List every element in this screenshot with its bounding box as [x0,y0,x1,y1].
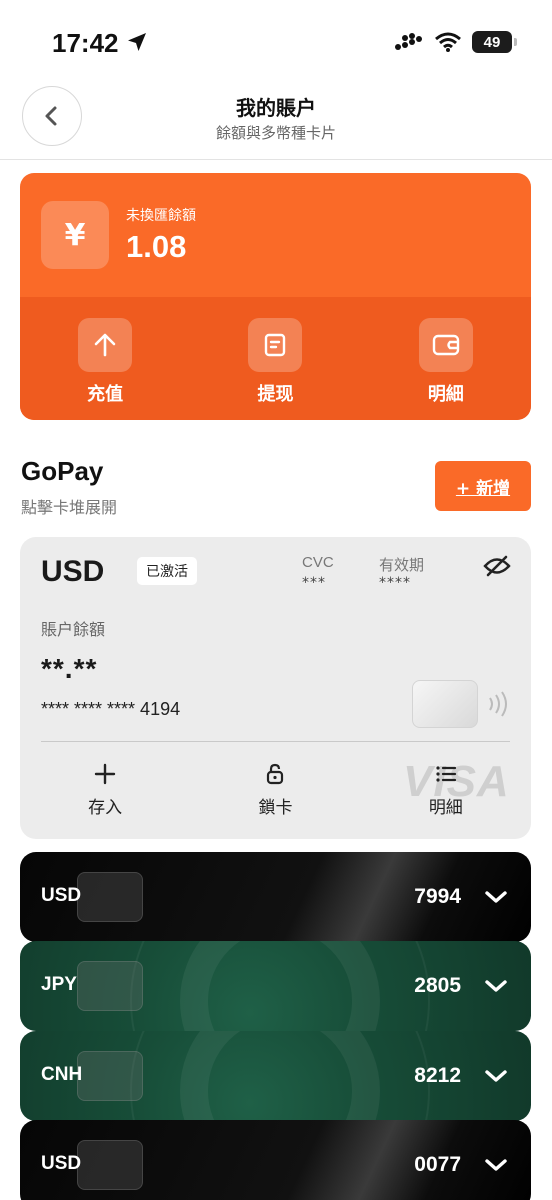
wifi-icon [435,32,461,52]
status-indicators: 49 [394,31,517,53]
signal-icon [395,33,422,50]
section-subtitle: 點擊卡堆展開 [21,498,118,517]
card-last4: 2805 [414,974,461,997]
card-details-label: 明細 [428,798,463,818]
withdraw-label: 提现 [257,384,294,405]
wallet-icon [418,318,473,372]
cvc-label: CVC [302,554,334,571]
page-title: 我的賬户 [236,96,316,120]
chip-icon [77,1051,143,1101]
chip-icon [77,1140,143,1190]
card-last4: 0077 [414,1153,461,1176]
contactless-icon [489,691,507,717]
chip-icon [77,872,143,922]
deposit-button[interactable]: 存入 [20,759,190,829]
lock-icon [263,759,287,789]
plus-icon [93,759,117,789]
expiry-value: **** [379,575,411,591]
yen-icon: ¥ [41,201,109,269]
chip-icon [77,961,143,1011]
stacked-card[interactable]: USD 7994 [20,852,531,942]
balance-value: 1.08 [126,229,187,264]
stacked-card[interactable]: CNH 8212 [20,1031,531,1121]
primary-card[interactable]: USD 已激活 CVC *** 有效期 **** 賬户餘額 **.** ****… [20,537,531,839]
list-icon [434,759,458,789]
card-last4: 7994 [414,885,461,908]
balance-card: ¥ 未換匯餘額 1.08 充值 提现 明細 [20,173,531,420]
account-balance-label: 賬户餘額 [41,620,106,639]
details-label: 明細 [427,384,464,405]
topup-label: 充值 [87,384,124,405]
eye-off-icon[interactable] [482,554,512,578]
status-time: 17:42 [52,28,119,58]
card-number: **** **** **** 4194 [41,699,181,719]
account-balance-value: **.** [41,653,98,684]
battery-icon: 49 [472,31,517,53]
arrow-up-icon [78,318,133,372]
card-currency: USD [41,1153,82,1174]
deposit-label: 存入 [88,798,123,818]
card-last4: 8212 [414,1064,461,1087]
nav-bar: 我的賬户 餘額與多幣種卡片 [0,80,552,160]
balance-actions: 充值 提现 明細 [20,297,531,420]
topup-button[interactable]: 充值 [20,297,190,420]
card-details-button[interactable]: 明細 [361,759,531,829]
chevron-down-icon[interactable] [483,1064,509,1088]
battery-level: 49 [483,33,501,51]
add-card-label: + 新增 [455,478,511,499]
card-logo-mark [180,941,380,1031]
details-button[interactable]: 明細 [361,297,531,420]
balance-summary: ¥ 未換匯餘額 1.08 [20,173,531,297]
card-currency: USD [41,555,105,588]
divider [41,741,510,742]
status-badge: 已激活 [137,557,197,585]
add-card-button[interactable]: + 新增 [435,461,531,511]
document-icon [248,318,303,372]
status-bar: 17:42 49 [0,0,552,80]
chevron-down-icon[interactable] [483,885,509,909]
stacked-card[interactable]: USD 0077 [20,1120,531,1200]
card-logo-mark [180,1031,380,1121]
stacked-card[interactable]: JPY 2805 [20,941,531,1031]
withdraw-button[interactable]: 提现 [190,297,360,420]
chevron-down-icon[interactable] [483,974,509,998]
card-currency: USD [41,885,82,906]
lock-card-label: 鎖卡 [258,798,293,818]
chevron-down-icon[interactable] [483,1153,509,1177]
cvc-value: *** [302,575,326,591]
card-actions: 存入 鎖卡 明細 [20,759,531,829]
page-subtitle: 餘額與多幣種卡片 [215,124,336,142]
lock-card-button[interactable]: 鎖卡 [190,759,360,829]
balance-label: 未換匯餘額 [126,208,196,224]
card-currency: CNH [41,1064,83,1085]
chip-icon [412,680,478,728]
section-title: GoPay [21,456,104,486]
expiry-label: 有效期 [379,556,425,574]
location-arrow-icon [128,33,146,51]
card-currency: JPY [41,974,77,995]
